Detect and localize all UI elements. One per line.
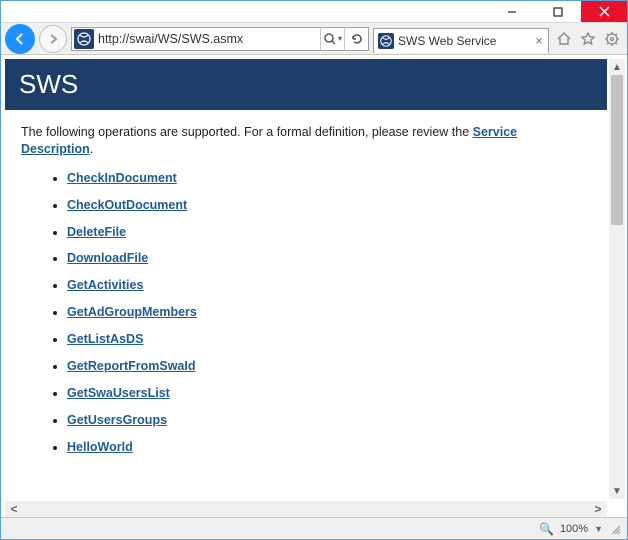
tab-active[interactable]: SWS Web Service — [374, 33, 530, 49]
url-input[interactable] — [96, 32, 320, 46]
scroll-left-icon[interactable]: < — [5, 502, 23, 516]
minimize-button[interactable] — [489, 1, 535, 22]
operation-item: DownloadFile — [67, 250, 591, 267]
resize-grip-icon[interactable] — [609, 523, 621, 535]
operation-link[interactable]: CheckOutDocument — [67, 198, 187, 212]
tools-icon[interactable] — [603, 30, 621, 48]
vscroll-track[interactable] — [609, 75, 625, 483]
operation-link[interactable]: GetSwaUsersList — [67, 386, 170, 400]
operation-item: DeleteFile — [67, 224, 591, 241]
status-bar: 🔍 100% ▼ — [1, 517, 627, 539]
operation-link[interactable]: HelloWorld — [67, 440, 133, 454]
operation-link[interactable]: GetUsersGroups — [67, 413, 167, 427]
tab-close-button[interactable]: × — [530, 33, 548, 48]
operation-item: GetReportFromSwaId — [67, 358, 591, 375]
operation-item: GetActivities — [67, 277, 591, 294]
scroll-right-icon[interactable]: > — [589, 502, 607, 516]
operation-link[interactable]: GetListAsDS — [67, 332, 143, 346]
scroll-down-icon[interactable]: ▼ — [609, 483, 625, 499]
home-icon[interactable] — [555, 30, 573, 48]
toolbar-right — [553, 30, 623, 48]
vertical-scrollbar[interactable]: ▲ ▼ — [609, 59, 625, 499]
favorites-icon[interactable] — [579, 30, 597, 48]
hscroll-track[interactable] — [23, 501, 589, 517]
page-heading: SWS — [5, 59, 607, 110]
horizontal-scrollbar[interactable]: < > — [5, 501, 607, 517]
client-area: SWS The following operations are support… — [1, 55, 627, 517]
zoom-dropdown-icon[interactable]: ▼ — [594, 524, 603, 534]
site-icon — [74, 29, 94, 49]
intro-suffix: . — [90, 142, 93, 156]
hscroll-thumb[interactable] — [23, 503, 589, 515]
navigation-bar: ▾ SWS Web Service × — [1, 23, 627, 55]
operation-item: GetListAsDS — [67, 331, 591, 348]
intro-text: The following operations are supported. … — [21, 125, 473, 139]
back-button[interactable] — [5, 24, 35, 54]
tab-strip: SWS Web Service × — [373, 28, 549, 53]
window-titlebar — [1, 1, 627, 23]
tab-title: SWS Web Service — [398, 34, 496, 48]
page-viewport: SWS The following operations are support… — [5, 59, 607, 499]
operation-item: HelloWorld — [67, 439, 591, 456]
page-body: The following operations are supported. … — [5, 110, 607, 479]
operation-link[interactable]: DeleteFile — [67, 225, 126, 239]
address-bar: ▾ — [71, 27, 369, 51]
tab-favicon — [378, 33, 394, 49]
search-dropdown-icon[interactable]: ▾ — [320, 28, 344, 50]
operation-item: GetSwaUsersList — [67, 385, 591, 402]
operation-link[interactable]: GetReportFromSwaId — [67, 359, 196, 373]
operation-link[interactable]: DownloadFile — [67, 251, 148, 265]
operations-list: CheckInDocument CheckOutDocument DeleteFil… — [21, 170, 591, 456]
operation-item: GetAdGroupMembers — [67, 304, 591, 321]
zoom-level: 100% — [560, 523, 588, 535]
forward-button[interactable] — [39, 25, 67, 53]
zoom-icon[interactable]: 🔍 — [539, 522, 554, 536]
operation-link[interactable]: CheckInDocument — [67, 171, 177, 185]
close-button[interactable] — [581, 1, 627, 22]
operation-item: GetUsersGroups — [67, 412, 591, 429]
refresh-button[interactable] — [344, 28, 368, 50]
vscroll-thumb[interactable] — [611, 75, 623, 225]
maximize-button[interactable] — [535, 1, 581, 22]
operation-item: CheckOutDocument — [67, 197, 591, 214]
operation-link[interactable]: GetAdGroupMembers — [67, 305, 197, 319]
operation-item: CheckInDocument — [67, 170, 591, 187]
operation-link[interactable]: GetActivities — [67, 278, 143, 292]
scroll-up-icon[interactable]: ▲ — [609, 59, 625, 75]
